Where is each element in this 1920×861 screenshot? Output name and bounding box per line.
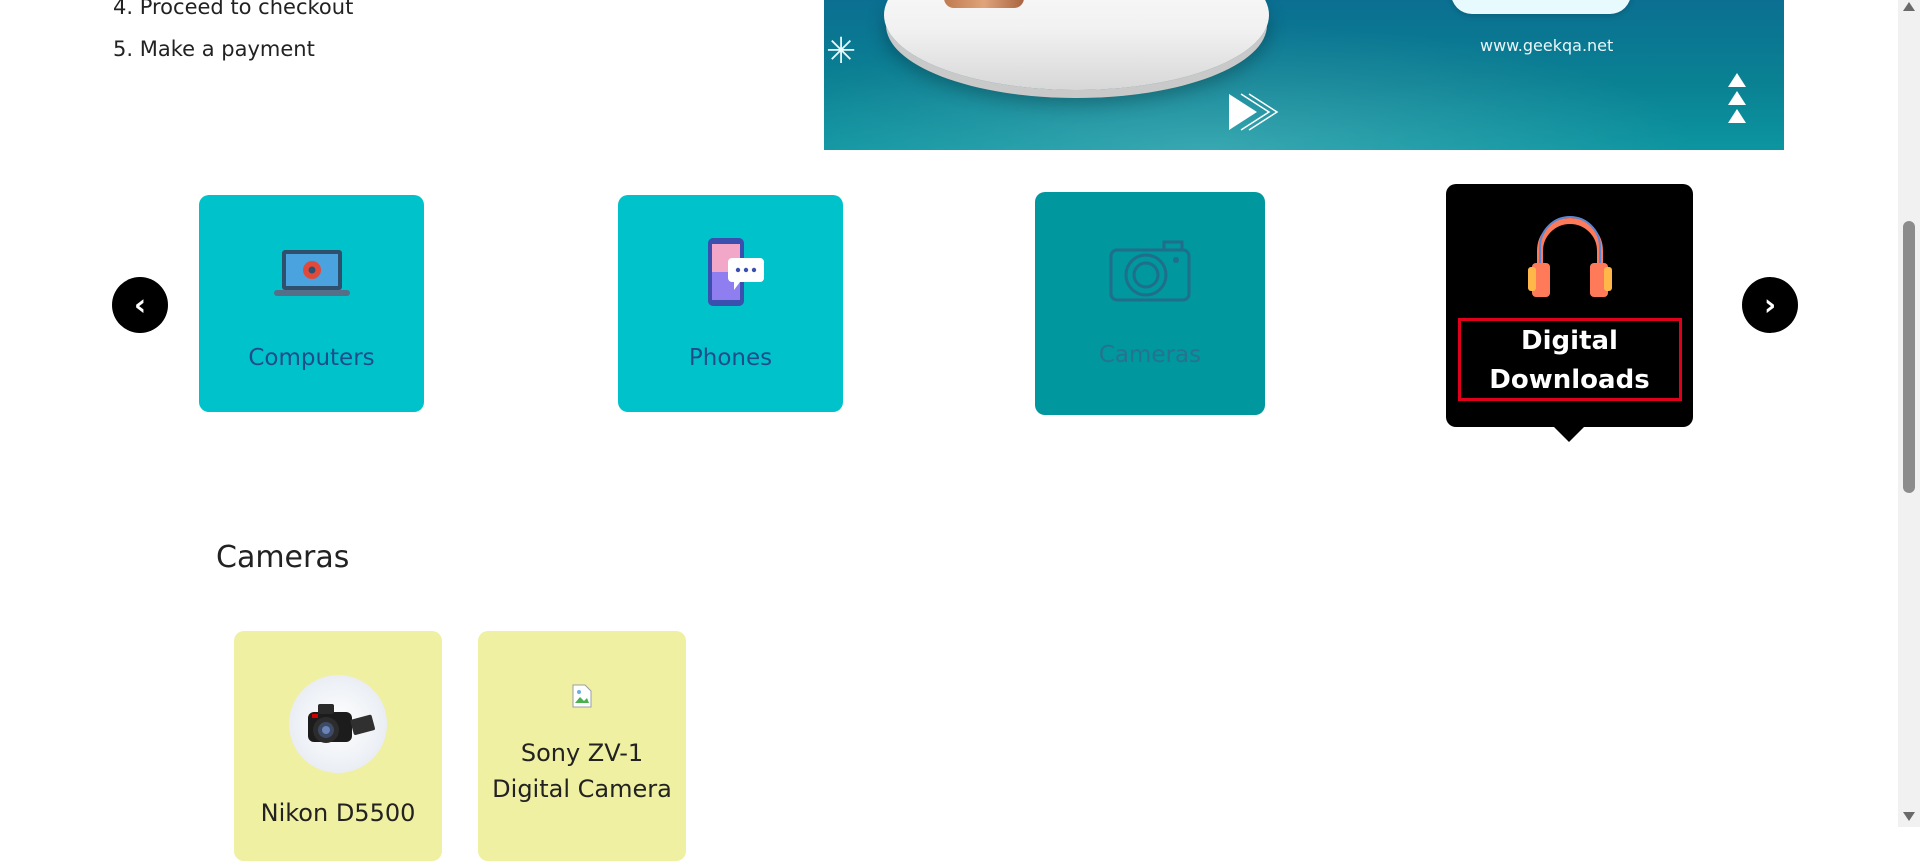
category-card-phones[interactable]: Phones — [618, 195, 843, 412]
dslr-camera-icon — [308, 704, 375, 743]
shop-now-button[interactable] — [1451, 0, 1631, 14]
banner-url: www.geekqa.net — [1480, 36, 1614, 55]
category-label-selected: Digital Downloads — [1457, 318, 1682, 401]
selected-pointer — [1553, 426, 1585, 442]
banner-product — [944, 0, 1024, 8]
product-image[interactable] — [289, 675, 387, 773]
scroll-up-arrow-icon[interactable] — [1903, 2, 1915, 11]
broken-image-icon[interactable] — [570, 683, 594, 709]
page-scrollbar[interactable] — [1898, 0, 1920, 827]
scroll-down-arrow-icon[interactable] — [1903, 812, 1915, 821]
product-name[interactable]: Nikon D5500 — [261, 799, 416, 827]
laptop-settings-icon — [272, 239, 352, 309]
carousel-next-button[interactable]: › — [1742, 277, 1798, 333]
carousel-prev-button[interactable]: ‹ — [112, 277, 168, 333]
instructions-list: 4. Proceed to checkout 5. Make a payment — [113, 0, 353, 70]
category-card-computers[interactable]: Computers — [199, 195, 424, 412]
category-label: Phones — [688, 345, 773, 371]
instruction-step: 5. Make a payment — [113, 37, 315, 61]
category-card-cameras[interactable]: Cameras — [1035, 192, 1265, 415]
sparkle-icon: ✳ — [826, 31, 857, 72]
instruction-step: 4. Proceed to checkout — [113, 0, 354, 19]
category-label: Cameras — [1098, 342, 1202, 368]
category-label: Computers — [248, 345, 375, 371]
section-title: Cameras — [216, 540, 350, 575]
headphones-icon — [1524, 212, 1616, 302]
category-card-digital-downloads[interactable]: Digital Downloads — [1446, 184, 1693, 427]
promo-banner[interactable]: ✳ www.geekqa.net — [824, 0, 1784, 150]
play-arrows-icon — [1229, 93, 1279, 131]
scroll-up-arrows-icon — [1728, 73, 1748, 127]
phone-chat-icon — [696, 238, 766, 309]
scroll-thumb[interactable] — [1903, 221, 1915, 493]
camera-icon — [1108, 236, 1192, 306]
product-name[interactable]: Sony ZV-1 Digital Camera — [487, 735, 677, 807]
